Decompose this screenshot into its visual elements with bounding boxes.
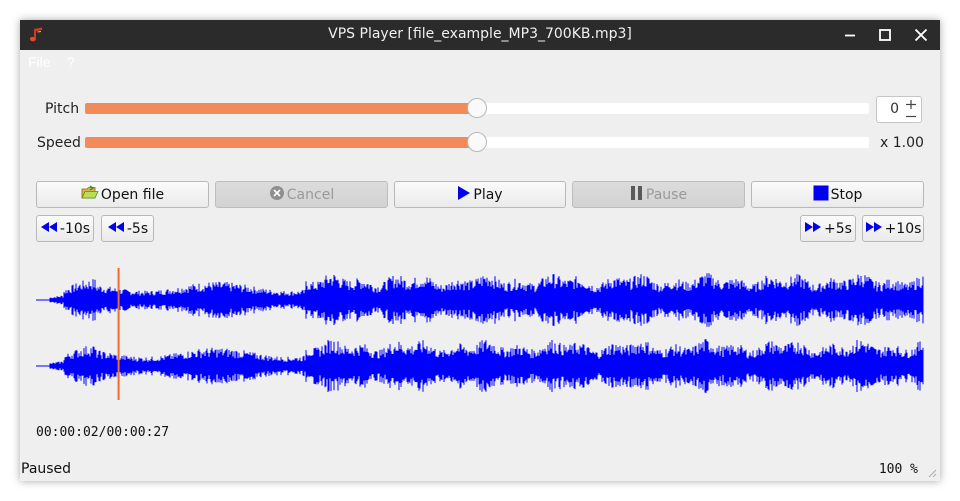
forward-10s-button[interactable]: +10s [862,215,924,242]
cancel-icon [269,185,285,205]
fast-forward-icon [865,221,883,237]
pause-button[interactable]: Pause [572,181,745,208]
minimize-icon[interactable] [842,27,858,43]
pitch-value: 0 [890,101,899,117]
pitch-slider-fill [85,103,477,114]
resize-grip-icon[interactable] [927,468,937,478]
pause-icon [630,185,644,205]
rewind-5s-label: -5s [126,220,149,237]
plus-icon[interactable] [904,98,918,109]
speed-readout: x 1.00 [880,135,924,151]
pitch-slider-handle[interactable] [467,98,487,118]
pitch-slider[interactable] [85,98,869,118]
speed-slider-fill [85,137,477,148]
waveform-display[interactable] [36,268,924,400]
maximize-icon[interactable] [877,27,893,43]
rewind-5s-button[interactable]: -5s [101,215,154,242]
open-file-label: Open file [100,186,165,203]
status-state: Paused [21,461,72,477]
cancel-button[interactable]: Cancel [215,181,388,208]
rewind-10s-label: -10s [59,220,91,237]
play-icon [457,185,471,205]
menu-file[interactable]: File [28,54,51,70]
stop-icon [813,185,829,205]
zoom-level: 100 % [878,462,918,477]
open-file-button[interactable]: Open file [36,181,209,208]
fast-forward-icon [804,221,822,237]
forward-5s-label: +5s [824,220,852,237]
minus-icon[interactable] [904,110,918,121]
cancel-label: Cancel [286,186,335,203]
stop-label: Stop [830,186,863,203]
close-icon[interactable] [913,27,929,43]
rewind-icon [107,221,125,237]
title-bar[interactable]: VPS Player [file_example_MP3_700KB.mp3] [20,20,940,50]
menu-bar: File ? [20,52,940,74]
pause-label: Pause [645,186,688,203]
rewind-10s-button[interactable]: -10s [36,215,94,242]
waveform-channel-left [36,273,924,327]
folder-open-icon [81,185,99,205]
speed-slider-handle[interactable] [467,132,487,152]
forward-5s-button[interactable]: +5s [800,215,856,242]
speed-label: Speed [37,135,81,151]
play-button[interactable]: Play [394,181,566,208]
pitch-label: Pitch [45,101,80,117]
window-title: VPS Player [file_example_MP3_700KB.mp3] [328,26,632,42]
rewind-icon [40,221,58,237]
main-window: VPS Player [file_example_MP3_700KB.mp3] … [20,20,940,481]
waveform-channel-right [36,339,924,393]
pitch-spinbox[interactable]: 0 [876,96,922,123]
speed-slider[interactable] [85,132,869,152]
stop-button[interactable]: Stop [751,181,924,208]
play-label: Play [473,186,503,203]
menu-help[interactable]: ? [67,54,75,70]
playback-time: 00:00:02/00:00:27 [36,425,170,440]
forward-10s-label: +10s [884,220,922,237]
